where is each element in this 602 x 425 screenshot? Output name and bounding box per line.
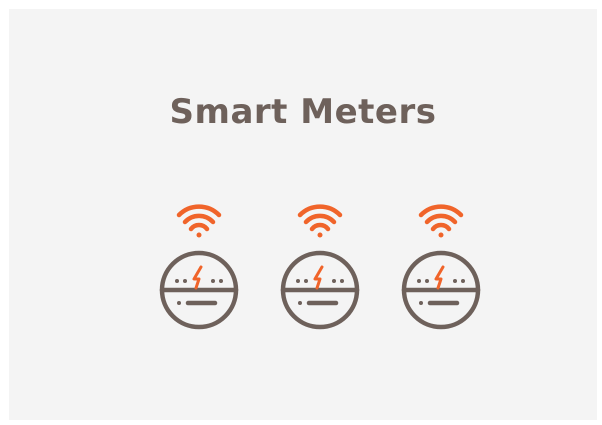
lightning-bolt-icon (434, 265, 445, 290)
wifi-signal-icon (418, 204, 464, 238)
smart-meter-1 (157, 197, 241, 331)
illustration-canvas: Smart Meters (9, 9, 597, 420)
page-title: Smart Meters (169, 92, 437, 132)
smart-meter-2 (278, 197, 362, 331)
lightning-bolt-icon (313, 265, 324, 290)
lightning-bolt-icon (192, 265, 203, 290)
smart-meter-icon (401, 204, 481, 330)
smart-meter-3 (399, 197, 483, 331)
smart-meter-icon (280, 204, 360, 330)
wifi-signal-icon (176, 204, 222, 238)
wifi-signal-icon (297, 204, 343, 238)
smart-meter-icon (159, 204, 239, 330)
